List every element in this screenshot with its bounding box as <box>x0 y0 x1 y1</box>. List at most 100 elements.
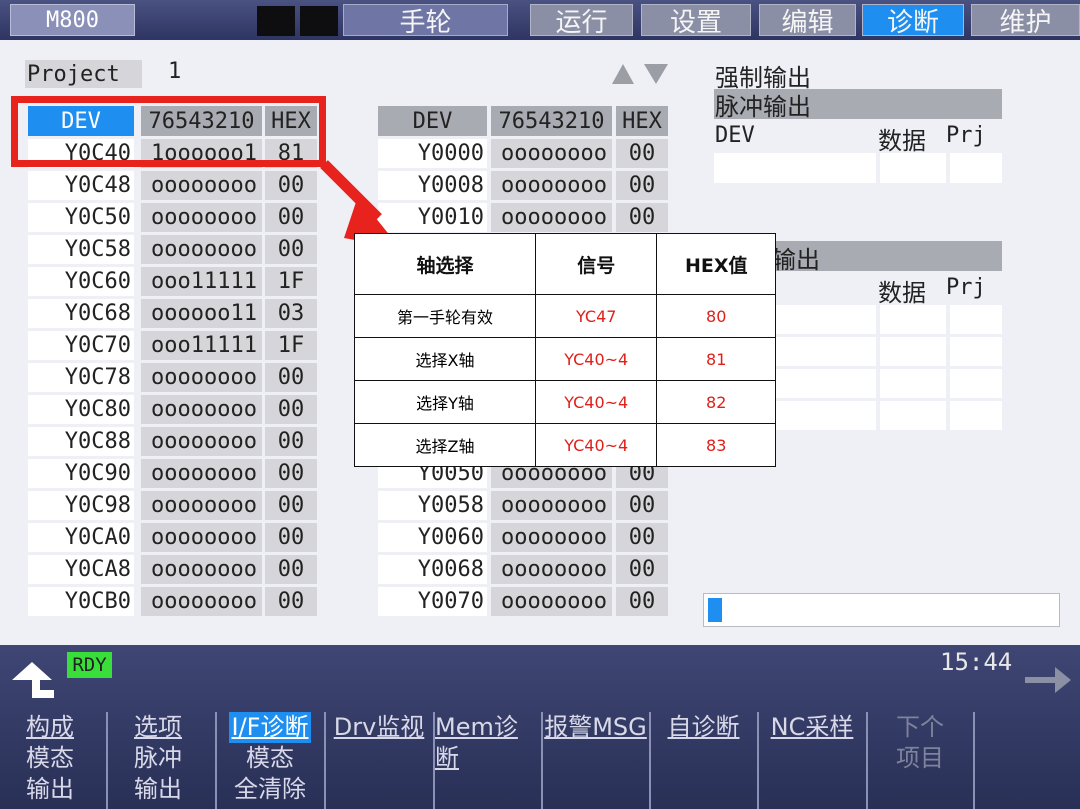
function-key-label: Mem诊断 <box>435 713 518 772</box>
left-row-dev-cell[interactable]: Y0C98 <box>28 491 134 520</box>
function-key-9[interactable]: 下个 项目 <box>868 712 972 809</box>
callout-col-hex: HEX值 <box>656 233 776 295</box>
function-key-label: 自诊断 <box>667 713 740 741</box>
function-key-label: 下个 <box>896 713 944 741</box>
left-row-bits-cell: oooooooo <box>141 395 262 424</box>
callout-cell: 选择Z轴 <box>353 423 537 467</box>
page-up-icon[interactable] <box>612 64 634 84</box>
modal-output-field[interactable] <box>880 369 946 398</box>
left-row-dev-cell[interactable]: Y0C48 <box>28 171 134 200</box>
modal-output-field[interactable] <box>950 337 1002 366</box>
left-row-bits-cell: ooo11111 <box>141 267 262 296</box>
left-row-hex-cell: 03 <box>265 299 317 328</box>
function-key-4[interactable]: Drv监视 <box>326 712 432 809</box>
right-row-dev-cell[interactable]: Y0060 <box>378 523 487 552</box>
tab-run[interactable]: 运行 <box>530 4 633 38</box>
left-row-dev-cell[interactable]: Y0CA0 <box>28 523 134 552</box>
right-row-dev-cell[interactable]: Y0058 <box>378 491 487 520</box>
status-indicator-1 <box>257 6 295 36</box>
forced-prj-field[interactable] <box>950 153 1002 183</box>
left-row-hex-cell: 00 <box>265 491 317 520</box>
function-key-label: 模态 <box>26 744 74 772</box>
function-key-label: I/F诊断 <box>228 712 312 743</box>
modal-output-title: 输出 <box>772 246 820 274</box>
up-arrow-icon[interactable] <box>12 660 58 702</box>
right-row-bits-cell: oooooooo <box>491 203 612 232</box>
left-row-dev-cell[interactable]: Y0C70 <box>28 331 134 360</box>
left-row-dev-cell[interactable]: Y0C50 <box>28 203 134 232</box>
left-row-dev-cell[interactable]: Y0C58 <box>28 235 134 264</box>
right-row-hex-cell: 00 <box>616 523 668 552</box>
modal-output-field[interactable] <box>950 401 1002 430</box>
left-row-bits-cell: oooooooo <box>141 363 262 392</box>
left-row-dev-cell[interactable]: Y0C88 <box>28 427 134 456</box>
left-row-bits-cell: ooo11111 <box>141 331 262 360</box>
modal-col-data: 数据 <box>878 279 926 307</box>
modal-output-field[interactable] <box>950 305 1002 334</box>
right-row-hex-cell: 00 <box>616 555 668 584</box>
left-row-hex-cell: 00 <box>265 523 317 552</box>
left-row-dev-cell[interactable]: Y0C78 <box>28 363 134 392</box>
project-label: Project <box>25 60 142 88</box>
callout-cell: YC40~4 <box>535 423 658 467</box>
right-row-bits-cell: oooooooo <box>491 523 612 552</box>
ready-indicator: RDY <box>67 652 112 678</box>
modal-output-field[interactable] <box>880 337 946 366</box>
left-row-bits-cell: oooooooo <box>141 171 262 200</box>
left-row-dev-cell[interactable]: Y0CA8 <box>28 555 134 584</box>
modal-col-prj: Prj <box>946 275 986 300</box>
right-row-bits-cell: oooooooo <box>491 491 612 520</box>
forced-col-prj: Prj <box>946 123 986 148</box>
function-key-8[interactable]: NC采样 <box>759 712 865 809</box>
page-arrows[interactable] <box>610 62 670 86</box>
left-row-dev-cell[interactable]: Y0C60 <box>28 267 134 296</box>
function-key-label: 脉冲 <box>134 744 182 772</box>
modal-output-field[interactable] <box>880 305 946 334</box>
function-key-label: 全清除 <box>234 775 306 803</box>
tab-setup[interactable]: 设置 <box>641 4 751 38</box>
function-key-label: 选项 <box>134 713 182 741</box>
project-value[interactable]: 1 <box>168 59 181 84</box>
right-row-hex-cell: 00 <box>616 139 668 168</box>
left-row-dev-cell[interactable]: Y0C90 <box>28 459 134 488</box>
function-key-label: 构成 <box>26 713 74 741</box>
modal-output-field[interactable] <box>880 401 946 430</box>
forced-dev-field[interactable] <box>714 153 876 183</box>
function-key-6[interactable]: 报警MSG <box>543 712 648 809</box>
left-row-dev-cell[interactable]: Y0C80 <box>28 395 134 424</box>
right-row-dev-cell[interactable]: Y0068 <box>378 555 487 584</box>
forced-col-dev: DEV <box>715 123 755 148</box>
left-row-dev-cell[interactable]: Y0CB0 <box>28 587 134 616</box>
model-label: M800 <box>10 4 135 36</box>
tab-edit[interactable]: 编辑 <box>759 4 856 38</box>
right-col-bits: 76543210 <box>491 106 612 136</box>
tab-diagnosis[interactable]: 诊断 <box>862 4 964 38</box>
function-key-label: NC采样 <box>770 713 854 741</box>
forced-data-field[interactable] <box>880 153 946 183</box>
callout-cell: 82 <box>656 380 776 424</box>
right-row-dev-cell[interactable]: Y0070 <box>378 587 487 616</box>
left-row-hex-cell: 00 <box>265 459 317 488</box>
page-down-icon[interactable] <box>644 64 668 84</box>
callout-cell: 80 <box>656 294 776 338</box>
left-row-bits-cell: oooooooo <box>141 587 262 616</box>
next-page-arrow-icon[interactable] <box>1025 664 1073 696</box>
right-col-dev: DEV <box>378 106 487 136</box>
function-key-1[interactable]: 构成 模态 输出 <box>0 712 105 809</box>
function-key-label: 输出 <box>134 775 182 803</box>
left-row-hex-cell: 00 <box>265 587 317 616</box>
left-row-dev-cell[interactable]: Y0C68 <box>28 299 134 328</box>
left-row-bits-cell: oooooooo <box>141 555 262 584</box>
function-key-label: 模态 <box>246 744 294 772</box>
left-row-bits-cell: oooooooo <box>141 427 262 456</box>
modal-output-field[interactable] <box>950 369 1002 398</box>
right-row-bits-cell: oooooooo <box>491 171 612 200</box>
function-key-5[interactable]: Mem诊断 <box>435 712 540 809</box>
tab-maintenance[interactable]: 维护 <box>971 4 1080 38</box>
function-key-7[interactable]: 自诊断 <box>651 712 756 809</box>
function-key-10[interactable] <box>975 712 1080 809</box>
function-key-3[interactable]: I/F诊断 模态全清除 <box>217 712 323 809</box>
function-key-2[interactable]: 选项 脉冲 输出 <box>108 712 214 809</box>
left-row-hex-cell: 00 <box>265 427 317 456</box>
right-col-hex: HEX <box>616 106 668 136</box>
